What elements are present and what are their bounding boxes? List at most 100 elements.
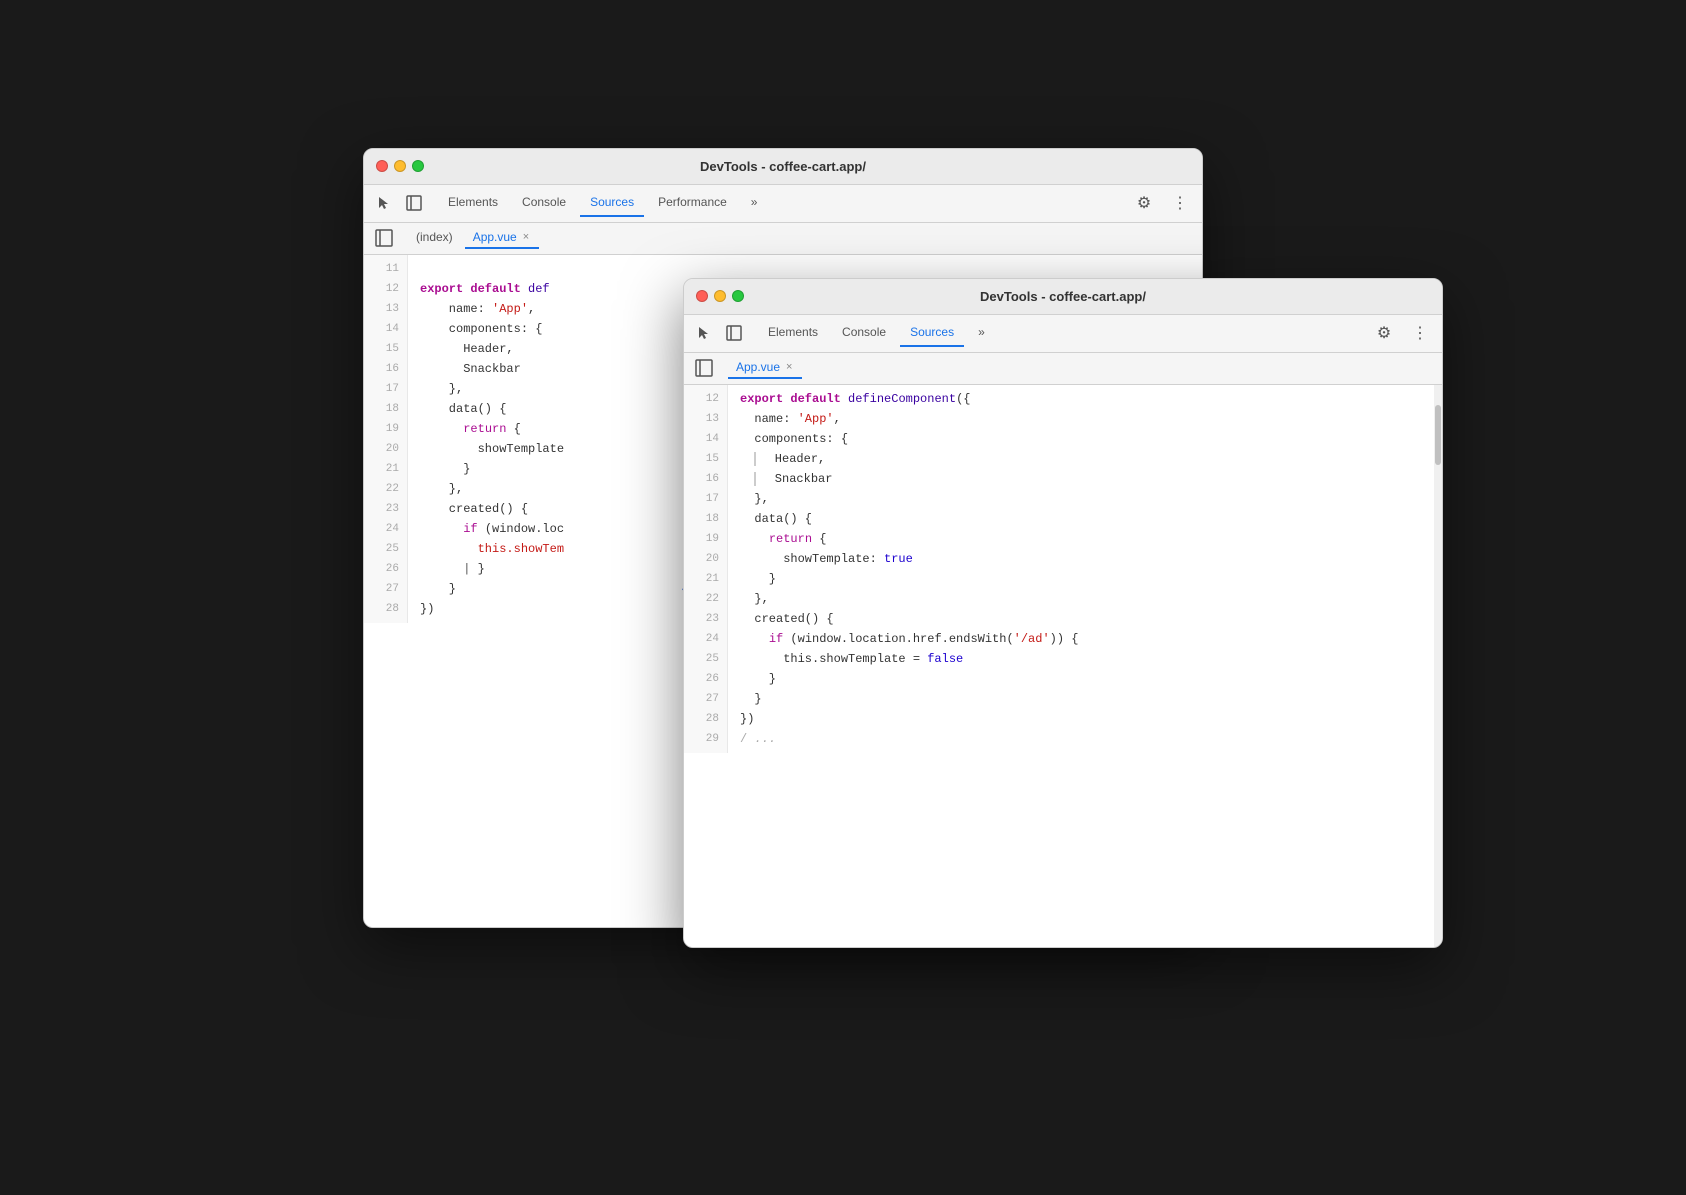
fcode-28: })	[740, 709, 1434, 729]
tab-bar-back: Elements Console Sources Performance » ⚙…	[364, 185, 1202, 223]
fcode-20: showTemplate: true	[740, 549, 1434, 569]
ln-28: 28	[364, 599, 407, 619]
tab-bar-front: Elements Console Sources » ⚙ ⋮	[684, 315, 1442, 353]
fcode-27: }	[740, 689, 1434, 709]
fcode-23: created() {	[740, 609, 1434, 629]
file-tab-appvue-front[interactable]: App.vue ×	[728, 357, 802, 379]
fln-14: 14	[684, 429, 727, 449]
ln-12: 12	[364, 279, 407, 299]
tab-bar-right-back: ⚙ ⋮	[1130, 189, 1194, 217]
close-button-front[interactable]	[696, 290, 708, 302]
ln-24: 24	[364, 519, 407, 539]
scene: DevTools - coffee-cart.app/ Elements Co	[363, 148, 1323, 1048]
ln-13: 13	[364, 299, 407, 319]
maximize-button-front[interactable]	[732, 290, 744, 302]
file-tab-close-back[interactable]: ×	[521, 231, 531, 243]
fln-22: 22	[684, 589, 727, 609]
fcode-29: / ...	[740, 729, 1434, 749]
scrollbar-track-front[interactable]	[1434, 385, 1442, 948]
tab-more-front[interactable]: »	[968, 319, 995, 347]
fcode-24: if (window.location.href.endsWith('/ad')…	[740, 629, 1434, 649]
fln-29: 29	[684, 729, 727, 749]
more-icon-front[interactable]: ⋮	[1406, 319, 1434, 347]
file-tab-close-front[interactable]: ×	[784, 361, 794, 373]
file-tab-bar-front: App.vue ×	[684, 353, 1442, 385]
fln-24: 24	[684, 629, 727, 649]
fcode-25: this.showTemplate = false	[740, 649, 1434, 669]
ln-23: 23	[364, 499, 407, 519]
file-tab-index-back[interactable]: (index)	[408, 227, 461, 249]
fln-26: 26	[684, 669, 727, 689]
fcode-19: return {	[740, 529, 1434, 549]
ln-14: 14	[364, 319, 407, 339]
fln-23: 23	[684, 609, 727, 629]
window-title-front: DevTools - coffee-cart.app/	[980, 289, 1146, 304]
fln-15: 15	[684, 449, 727, 469]
minimize-button-back[interactable]	[394, 160, 406, 172]
settings-icon-back[interactable]: ⚙	[1130, 189, 1158, 217]
ln-27: 27	[364, 579, 407, 599]
tab-bar-icons-back	[372, 191, 426, 215]
fln-18: 18	[684, 509, 727, 529]
file-tab-appvue-back[interactable]: App.vue ×	[465, 227, 539, 249]
fln-21: 21	[684, 569, 727, 589]
tab-console-front[interactable]: Console	[832, 319, 896, 347]
fcode-16: Snackbar	[740, 469, 1434, 489]
tab-elements-back[interactable]: Elements	[438, 189, 508, 217]
file-tab-bar-back: (index) App.vue ×	[364, 223, 1202, 255]
code-area-front[interactable]: 12 13 14 15 16 17 18 19 20 21 22	[684, 385, 1434, 948]
fcode-12: export default defineComponent({	[740, 389, 1434, 409]
tab-bar-right-front: ⚙ ⋮	[1370, 319, 1434, 347]
cursor-icon-front[interactable]	[692, 321, 716, 345]
panel-icon[interactable]	[402, 191, 426, 215]
ln-16: 16	[364, 359, 407, 379]
fcode-21: }	[740, 569, 1434, 589]
ln-21: 21	[364, 459, 407, 479]
code-line-11-back	[420, 259, 1202, 279]
line-numbers-front: 12 13 14 15 16 17 18 19 20 21 22	[684, 385, 728, 753]
fcode-13: name: 'App',	[740, 409, 1434, 429]
code-wrapper-front: 12 13 14 15 16 17 18 19 20 21 22	[684, 385, 1442, 948]
panel-toggle-front[interactable]	[692, 356, 716, 380]
tab-console-back[interactable]: Console	[512, 189, 576, 217]
ln-20: 20	[364, 439, 407, 459]
fcode-17: },	[740, 489, 1434, 509]
line-numbers-back: 11 12 13 14 15 16 17 18 19 20 21	[364, 255, 408, 623]
fln-13: 13	[684, 409, 727, 429]
more-icon-back[interactable]: ⋮	[1166, 189, 1194, 217]
scrollbar-thumb-front[interactable]	[1435, 405, 1441, 465]
fln-19: 19	[684, 529, 727, 549]
title-bar-back: DevTools - coffee-cart.app/	[364, 149, 1202, 185]
tab-elements-front[interactable]: Elements	[758, 319, 828, 347]
fln-16: 16	[684, 469, 727, 489]
close-button-back[interactable]	[376, 160, 388, 172]
ln-26: 26	[364, 559, 407, 579]
settings-icon-front[interactable]: ⚙	[1370, 319, 1398, 347]
fln-17: 17	[684, 489, 727, 509]
tab-bar-icons-front	[692, 321, 746, 345]
ln-11: 11	[364, 259, 407, 279]
panel-icon-front[interactable]	[722, 321, 746, 345]
fcode-22: },	[740, 589, 1434, 609]
tab-sources-back[interactable]: Sources	[580, 189, 644, 217]
devtools-window-front: DevTools - coffee-cart.app/ Elements Co	[683, 278, 1443, 948]
panel-toggle-back[interactable]	[372, 226, 396, 250]
ln-18: 18	[364, 399, 407, 419]
devtools-body-front: 12 13 14 15 16 17 18 19 20 21 22	[684, 385, 1442, 948]
minimize-button-front[interactable]	[714, 290, 726, 302]
tab-performance-back[interactable]: Performance	[648, 189, 737, 217]
ln-25: 25	[364, 539, 407, 559]
tab-more-back[interactable]: »	[741, 189, 768, 217]
fln-12: 12	[684, 389, 727, 409]
code-lines-front: export default defineComponent({ name: '…	[728, 385, 1434, 753]
title-bar-front: DevTools - coffee-cart.app/	[684, 279, 1442, 315]
fcode-26: }	[740, 669, 1434, 689]
ln-15: 15	[364, 339, 407, 359]
ln-22: 22	[364, 479, 407, 499]
window-title-back: DevTools - coffee-cart.app/	[700, 159, 866, 174]
fln-25: 25	[684, 649, 727, 669]
maximize-button-back[interactable]	[412, 160, 424, 172]
tab-sources-front[interactable]: Sources	[900, 319, 964, 347]
cursor-icon[interactable]	[372, 191, 396, 215]
traffic-lights-back	[376, 160, 424, 172]
